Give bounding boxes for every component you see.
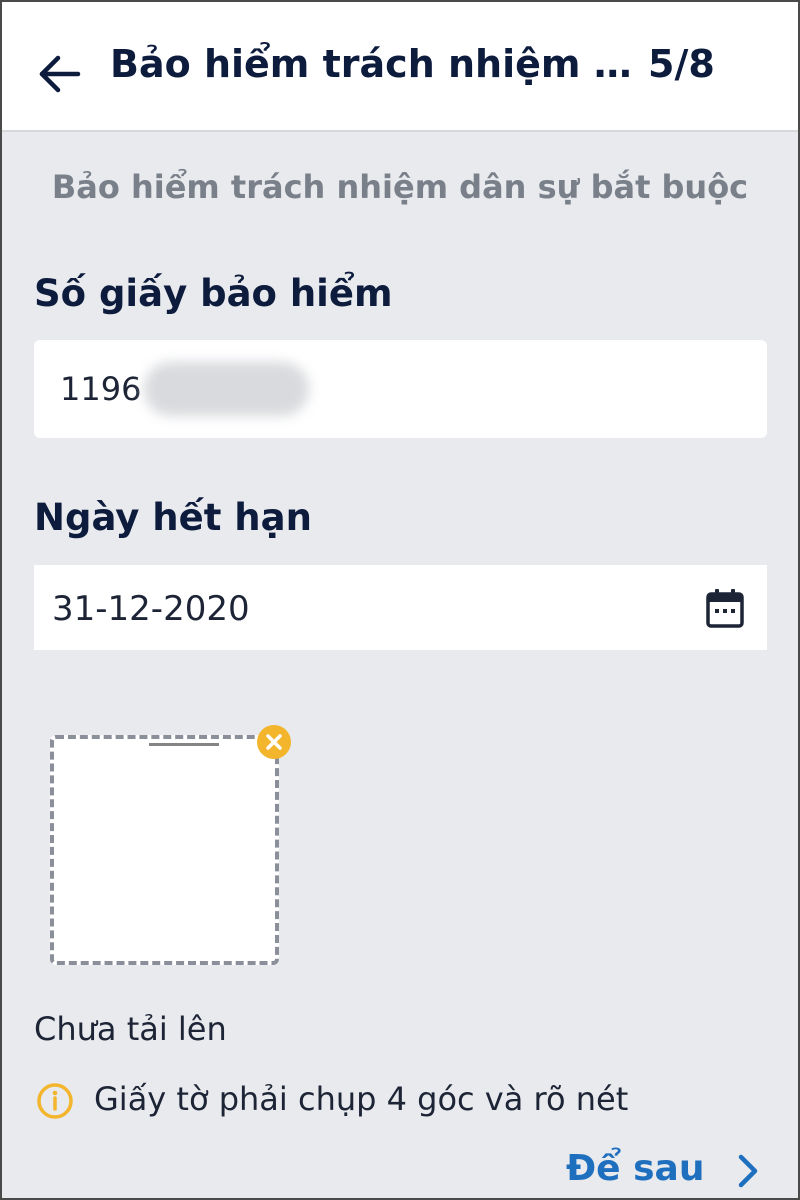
remove-photo-button[interactable] bbox=[256, 724, 292, 760]
top-bar: Bảo hiểm trách nhiệm dân ... 5/8 bbox=[2, 2, 798, 132]
redacted-mask bbox=[144, 362, 309, 416]
arrow-left-icon bbox=[39, 55, 81, 93]
close-icon bbox=[257, 725, 291, 759]
document-photo-slot[interactable] bbox=[50, 735, 279, 965]
back-button[interactable] bbox=[36, 50, 84, 98]
chevron-right-icon bbox=[738, 1154, 758, 1188]
policy-number-label: Số giấy bảo hiểm bbox=[34, 272, 393, 315]
policy-number-value: 1196 bbox=[60, 370, 142, 408]
step-indicator: 5/8 bbox=[648, 42, 715, 86]
info-icon bbox=[37, 1083, 73, 1119]
hint-text: Giấy tờ phải chụp 4 góc và rõ nét bbox=[94, 1080, 629, 1118]
photo-edge bbox=[149, 743, 219, 746]
expiry-date-value: 31-12-2020 bbox=[52, 589, 250, 629]
skip-later-label: Để sau bbox=[566, 1148, 705, 1189]
section-subtitle: Bảo hiểm trách nhiệm dân sự bắt buộc bbox=[51, 168, 749, 206]
calendar-icon bbox=[706, 589, 744, 628]
page-title: Bảo hiểm trách nhiệm dân ... bbox=[110, 42, 650, 86]
date-picker-button[interactable] bbox=[705, 587, 745, 629]
expiry-date-label: Ngày hết hạn bbox=[34, 496, 312, 539]
screen: Bảo hiểm trách nhiệm dân ... 5/8 Bảo hiể… bbox=[0, 0, 800, 1200]
expiry-date-field[interactable]: 31-12-2020 bbox=[34, 565, 767, 650]
upload-status-text: Chưa tải lên bbox=[34, 1010, 227, 1048]
policy-number-field[interactable]: 1196 bbox=[34, 340, 767, 438]
